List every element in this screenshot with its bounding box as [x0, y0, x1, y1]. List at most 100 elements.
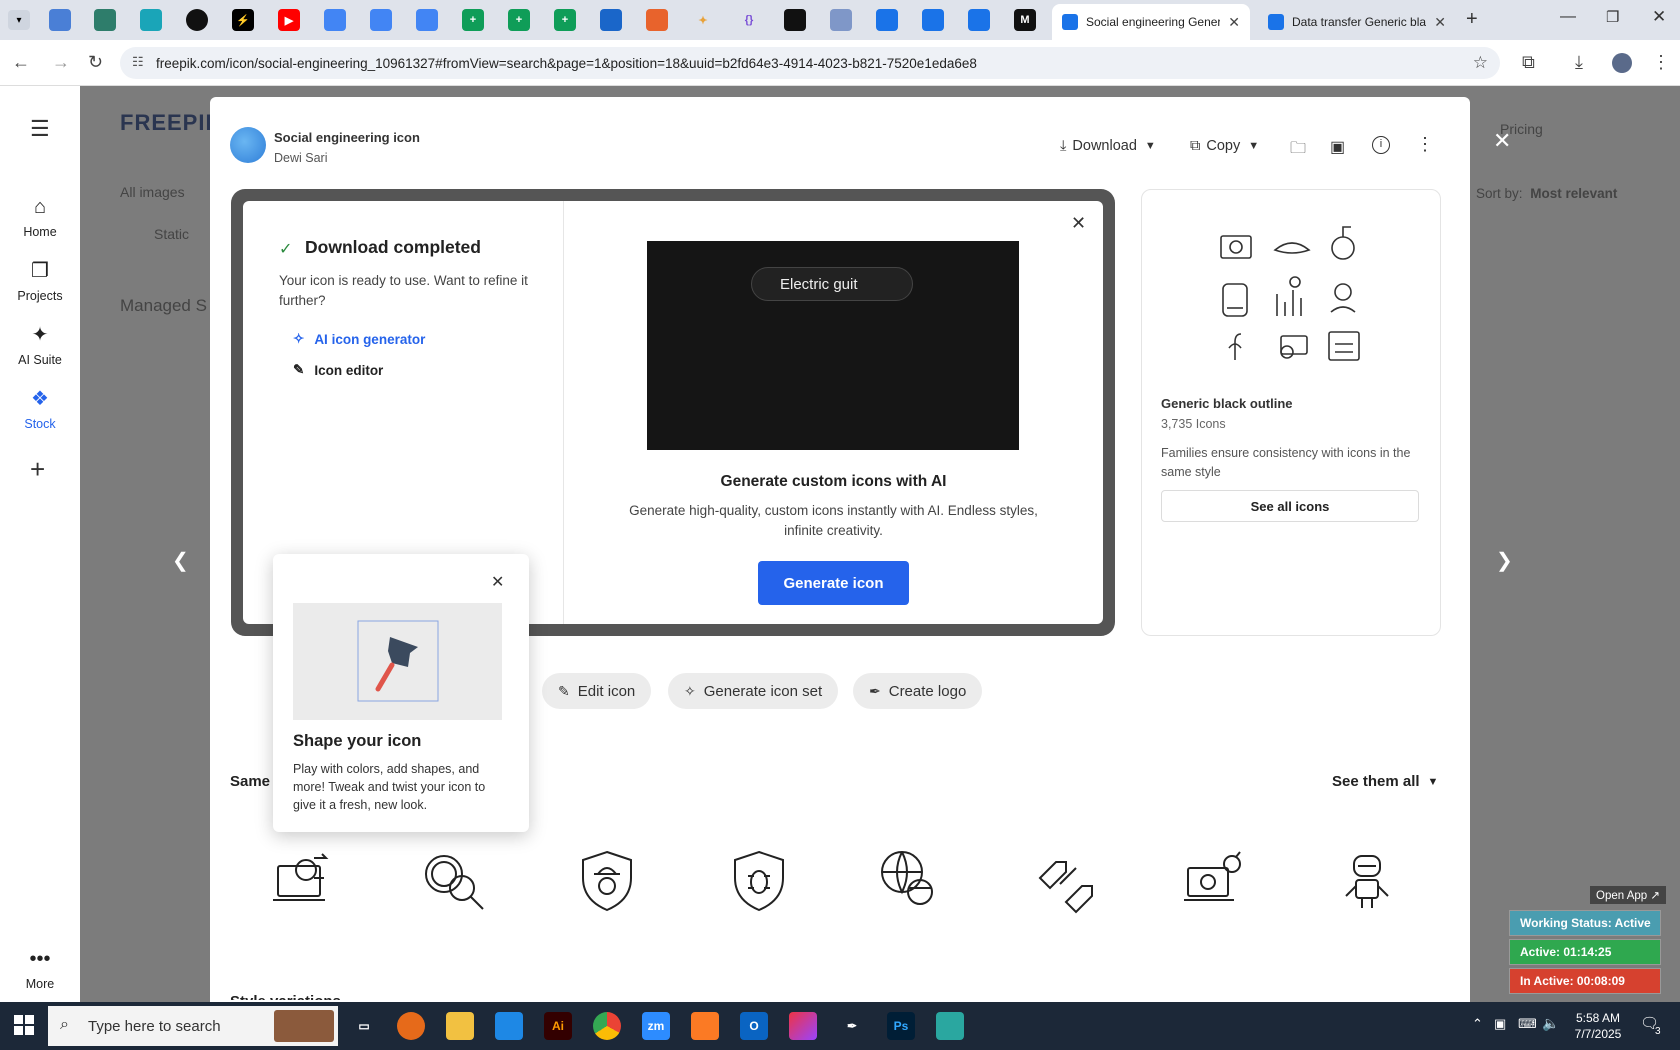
pinned-tab[interactable] [876, 9, 898, 31]
windows-start-icon[interactable] [14, 1015, 34, 1035]
url-field[interactable]: ☷ freepik.com/icon/social-engineering_10… [120, 47, 1500, 79]
generate-icon-button[interactable]: Generate icon [758, 561, 909, 605]
nav-projects[interactable]: ❐ Projects [0, 258, 80, 303]
pinned-tab[interactable] [600, 9, 622, 31]
more-options-icon[interactable]: ⋮ [1416, 134, 1434, 155]
close-panel-icon[interactable]: ✕ [1071, 213, 1086, 234]
creative-cloud-icon[interactable] [789, 1012, 817, 1040]
see-all-icons-button[interactable]: See all icons [1161, 490, 1419, 522]
illustrator-icon[interactable]: Ai [544, 1012, 572, 1040]
volume-icon[interactable]: 🔈 [1542, 1015, 1559, 1032]
next-arrow-icon[interactable]: ❯ [1496, 548, 1513, 573]
prev-arrow-icon[interactable]: ❮ [172, 548, 189, 573]
generate-icon-set-button[interactable]: ✧ Generate icon set [668, 673, 839, 709]
photoshop-icon[interactable]: Ps [887, 1012, 915, 1040]
rockets-icon[interactable] [1030, 848, 1096, 914]
taskbar-search[interactable]: ⌕ Type here to search [48, 1006, 338, 1046]
firefox-icon[interactable] [397, 1012, 425, 1040]
task-view-icon[interactable]: ▭ [350, 1012, 378, 1040]
pinned-tab[interactable] [186, 9, 208, 31]
create-logo-button[interactable]: ✒ Create logo [853, 673, 983, 709]
family-name[interactable]: Generic black outline [1161, 396, 1293, 411]
vscode-icon[interactable] [495, 1012, 523, 1040]
restore-icon[interactable]: ❐ [1606, 8, 1619, 26]
minimize-icon[interactable]: — [1560, 8, 1576, 26]
tooltip-text: Play with colors, add shapes, and more! … [293, 762, 486, 812]
reload-icon[interactable]: ↻ [88, 52, 103, 73]
downloads-icon[interactable]: ⤓ [1575, 52, 1583, 73]
pinned-tab[interactable] [370, 9, 392, 31]
fingerprint-search-icon[interactable] [422, 848, 488, 914]
pinned-tab[interactable] [49, 9, 71, 31]
close-tab-icon[interactable]: ✕ [1434, 14, 1446, 31]
pinned-tab[interactable] [416, 9, 438, 31]
nav-stock[interactable]: ❖ Stock [0, 386, 80, 431]
pinned-tab[interactable] [324, 9, 346, 31]
zoom-icon[interactable]: zm [642, 1012, 670, 1040]
close-tooltip-icon[interactable]: ✕ [491, 572, 504, 592]
network-icon[interactable]: ⌨ [1518, 1016, 1537, 1032]
xampp-icon[interactable] [691, 1012, 719, 1040]
close-tab-icon[interactable]: ✕ [1228, 14, 1240, 31]
back-icon[interactable]: ← [12, 52, 30, 73]
laptop-dollar-icon[interactable] [270, 848, 336, 914]
pinned-tab[interactable]: + [554, 9, 576, 31]
pinned-tab[interactable]: ✦ [692, 9, 714, 31]
icon-editor-link[interactable]: ✎ Icon editor [293, 362, 383, 378]
pinned-tab[interactable]: {} [738, 9, 760, 31]
author-name[interactable]: Dewi Sari [274, 151, 328, 165]
save-to-folder-icon[interactable]: 🗀 [1290, 137, 1306, 164]
nav-ai-suite[interactable]: ✦ AI Suite [0, 322, 80, 367]
pinned-tab[interactable] [922, 9, 944, 31]
see-them-all-link[interactable]: See them all ▼ [1332, 773, 1438, 790]
tab-search-icon[interactable]: ▾ [8, 10, 30, 30]
pinned-tab[interactable] [140, 9, 162, 31]
file-explorer-icon[interactable] [446, 1012, 474, 1040]
pinned-tab[interactable] [784, 9, 806, 31]
pinned-tab[interactable]: + [462, 9, 484, 31]
edit-icon-button[interactable]: ✎ Edit icon [542, 673, 652, 709]
pinned-tab[interactable]: ▶ [278, 9, 300, 31]
pinned-tab[interactable]: ⚡ [232, 9, 254, 31]
app-icon[interactable] [936, 1012, 964, 1040]
pinned-tab[interactable] [968, 9, 990, 31]
tab-active[interactable]: Social engineering Gener ✕ [1052, 4, 1250, 40]
tray-icon[interactable]: ▣ [1494, 1016, 1506, 1032]
info-icon[interactable]: i [1372, 136, 1390, 154]
globe-hacker-icon[interactable] [878, 848, 944, 914]
robot-icon[interactable] [1334, 848, 1400, 914]
new-tab-button[interactable]: + [1466, 8, 1478, 31]
hacker-shield-icon[interactable] [574, 848, 640, 914]
chrome-icon[interactable] [593, 1012, 621, 1040]
forward-icon[interactable]: → [52, 52, 70, 73]
site-info-icon[interactable]: ☷ [132, 54, 144, 70]
profile-avatar[interactable] [1612, 53, 1632, 73]
nav-home[interactable]: ⌂ Home [0, 196, 80, 239]
tab-other[interactable]: Data transfer Generic bla ✕ [1258, 4, 1456, 40]
bug-shield-icon[interactable] [726, 848, 792, 914]
extensions-icon[interactable]: ⧉ [1522, 52, 1535, 73]
bookmark-star-icon[interactable]: ☆ [1473, 53, 1488, 73]
outlook-icon[interactable]: O [740, 1012, 768, 1040]
mockup-icon[interactable]: ▣ [1330, 137, 1345, 157]
pinned-tab[interactable]: M [1014, 9, 1036, 31]
pinned-tab[interactable] [94, 9, 116, 31]
hamburger-menu-icon[interactable]: ☰ [30, 116, 50, 142]
open-app-link[interactable]: Open App ↗ [1590, 886, 1666, 904]
close-window-icon[interactable]: ✕ [1652, 7, 1666, 27]
copy-button[interactable]: ⧉ Copy ▼ [1190, 138, 1259, 154]
pen-app-icon[interactable]: ✒ [838, 1012, 866, 1040]
pinned-tab[interactable] [646, 9, 668, 31]
pinned-tab[interactable]: + [508, 9, 530, 31]
ai-demo-video[interactable]: Electric guit [647, 241, 1019, 450]
download-button[interactable]: ⤓ Download ▼ [1060, 138, 1156, 154]
ai-icon-generator-link[interactable]: ✧ AI icon generator [293, 331, 425, 347]
pinned-tab[interactable] [830, 9, 852, 31]
nav-more[interactable]: ••• More [0, 948, 80, 991]
close-modal-icon[interactable]: ✕ [1493, 128, 1511, 154]
chrome-menu-icon[interactable]: ⋮ [1652, 52, 1670, 73]
tray-chevron-icon[interactable]: ⌃ [1472, 1016, 1483, 1032]
clock[interactable]: 5:58 AM 7/7/2025 [1570, 1010, 1626, 1042]
laptop-bomb-icon[interactable] [1182, 848, 1248, 914]
add-icon[interactable]: + [30, 454, 45, 485]
